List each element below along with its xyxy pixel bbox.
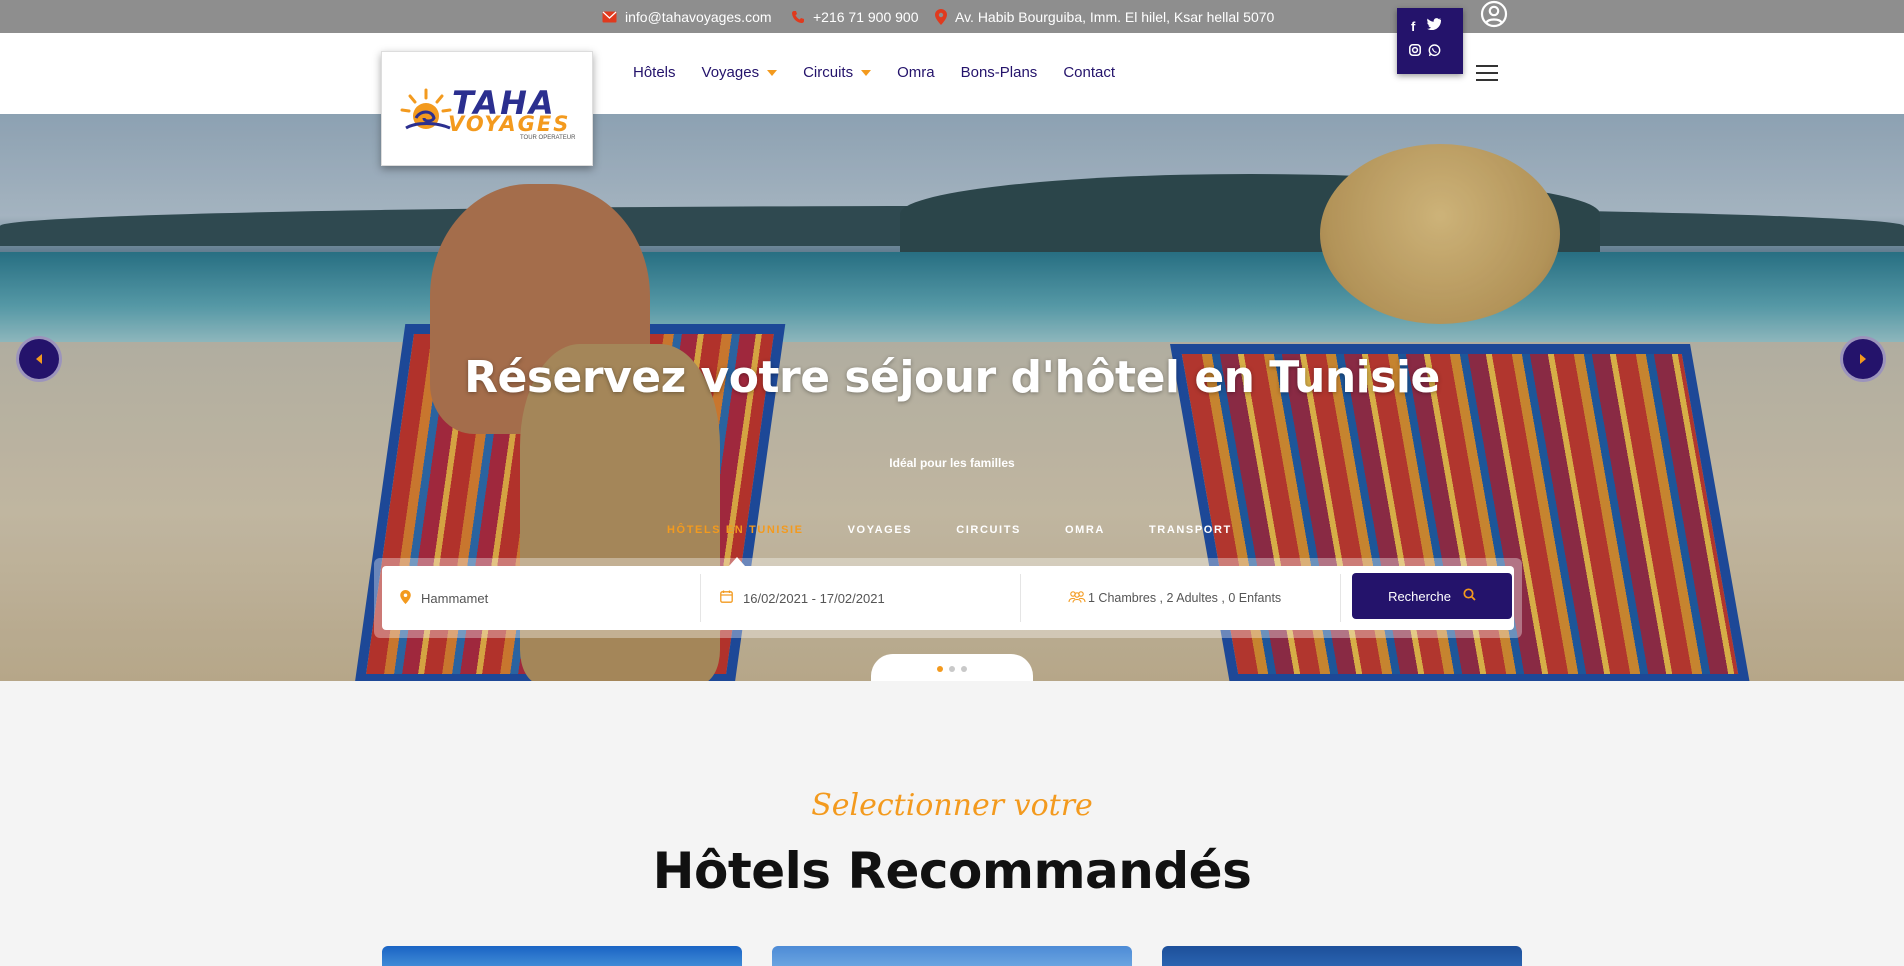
social-links: f xyxy=(1397,8,1463,74)
main-nav: Hôtels Voyages Circuits Omra Bons-Plans … xyxy=(633,64,1115,81)
field-divider xyxy=(1340,574,1341,622)
whatsapp-icon[interactable] xyxy=(1428,44,1441,60)
field-divider xyxy=(700,574,701,622)
slider-pagination xyxy=(871,654,1033,681)
guests-field[interactable]: 1 Chambres , 2 Adultes , 0 Enfants xyxy=(1068,566,1338,630)
destination-field[interactable]: Hammamet xyxy=(400,566,700,630)
nav-item-omra[interactable]: Omra xyxy=(897,64,935,81)
guests-value: 1 Chambres , 2 Adultes , 0 Enfants xyxy=(1088,591,1282,605)
hero-slider: Réservez votre séjour d'hôtel en Tunisie… xyxy=(0,114,1904,681)
caret-down-icon xyxy=(861,69,872,76)
twitter-icon[interactable] xyxy=(1427,18,1441,33)
search-bar: Hammamet 16/02/2021 - 17/02/2021 1 Chamb… xyxy=(374,558,1522,638)
contact-address-text: Av. Habib Bourguiba, Imm. El hilel, Ksar… xyxy=(955,9,1275,25)
search-tabs: HÔTELS EN TUNISIE VOYAGES CIRCUITS OMRA … xyxy=(667,524,1232,536)
nav-label: Omra xyxy=(897,64,935,81)
contact-address: Av. Habib Bourguiba, Imm. El hilel, Ksar… xyxy=(935,9,1274,25)
section-script-heading: Selectionner votre xyxy=(811,788,1093,823)
map-pin-icon xyxy=(400,589,411,607)
contact-phone-text: +216 71 900 900 xyxy=(813,9,919,25)
search-button-label: Recherche xyxy=(1388,588,1451,604)
facebook-icon[interactable]: f xyxy=(1411,19,1415,34)
nav-label: Hôtels xyxy=(633,64,676,81)
contact-phone[interactable]: +216 71 900 900 xyxy=(791,9,919,25)
instagram-icon[interactable] xyxy=(1409,44,1421,59)
tab-circuits[interactable]: CIRCUITS xyxy=(956,524,1021,536)
nav-label: Voyages xyxy=(701,64,760,81)
hotel-card[interactable] xyxy=(772,946,1132,966)
hero-subtitle: Idéal pour les familles xyxy=(889,456,1015,470)
logo-sub: VOYAGES xyxy=(448,112,571,136)
map-pin-icon xyxy=(935,9,947,25)
search-form: Hammamet 16/02/2021 - 17/02/2021 1 Chamb… xyxy=(382,566,1514,630)
nav-item-bons-plans[interactable]: Bons-Plans xyxy=(961,64,1038,81)
nav-label: Bons-Plans xyxy=(960,64,1038,81)
slider-dot-active[interactable] xyxy=(937,666,943,672)
slider-dot[interactable] xyxy=(961,666,967,672)
tab-omra[interactable]: OMRA xyxy=(1065,524,1105,536)
search-icon xyxy=(1463,588,1476,604)
nav-label: Contact xyxy=(1063,64,1116,81)
date-range-field[interactable]: 16/02/2021 - 17/02/2021 xyxy=(720,566,1020,630)
nav-item-hotels[interactable]: Hôtels xyxy=(633,64,676,81)
logo-tagline: TOUR OPERATEUR xyxy=(520,135,576,141)
site-logo[interactable]: TAHA VOYAGES TOUR OPERATEUR xyxy=(381,51,593,166)
calendar-icon xyxy=(720,590,733,606)
tab-voyages[interactable]: VOYAGES xyxy=(848,524,913,536)
hotel-card[interactable] xyxy=(382,946,742,966)
phone-icon xyxy=(791,10,805,24)
nav-item-voyages[interactable]: Voyages xyxy=(702,64,778,81)
contact-email[interactable]: info@tahavoyages.com xyxy=(602,9,772,25)
hamburger-menu-icon[interactable] xyxy=(1476,65,1498,81)
caret-down-icon xyxy=(767,69,778,76)
search-button[interactable]: Recherche xyxy=(1352,573,1512,619)
nav-label: Circuits xyxy=(803,64,854,81)
hero-title: Réservez votre séjour d'hôtel en Tunisie xyxy=(464,352,1440,403)
contact-email-text: info@tahavoyages.com xyxy=(625,9,772,25)
people-icon xyxy=(1068,590,1086,606)
nav-item-contact[interactable]: Contact xyxy=(1063,64,1115,81)
date-range-value: 16/02/2021 - 17/02/2021 xyxy=(743,590,885,606)
destination-value: Hammamet xyxy=(421,590,489,606)
tab-hotels-tunisie[interactable]: HÔTELS EN TUNISIE xyxy=(667,524,804,536)
nav-item-circuits[interactable]: Circuits xyxy=(803,64,872,81)
envelope-icon xyxy=(602,11,617,23)
top-bar: info@tahavoyages.com +216 71 900 900 Av.… xyxy=(0,0,1904,33)
field-divider xyxy=(1020,574,1021,622)
tab-transport[interactable]: TRANSPORT xyxy=(1149,524,1232,536)
section-title: Hôtels Recommandés xyxy=(652,842,1252,900)
slider-dot[interactable] xyxy=(949,666,955,672)
hotel-card[interactable] xyxy=(1162,946,1522,966)
user-circle-icon[interactable] xyxy=(1480,0,1508,28)
